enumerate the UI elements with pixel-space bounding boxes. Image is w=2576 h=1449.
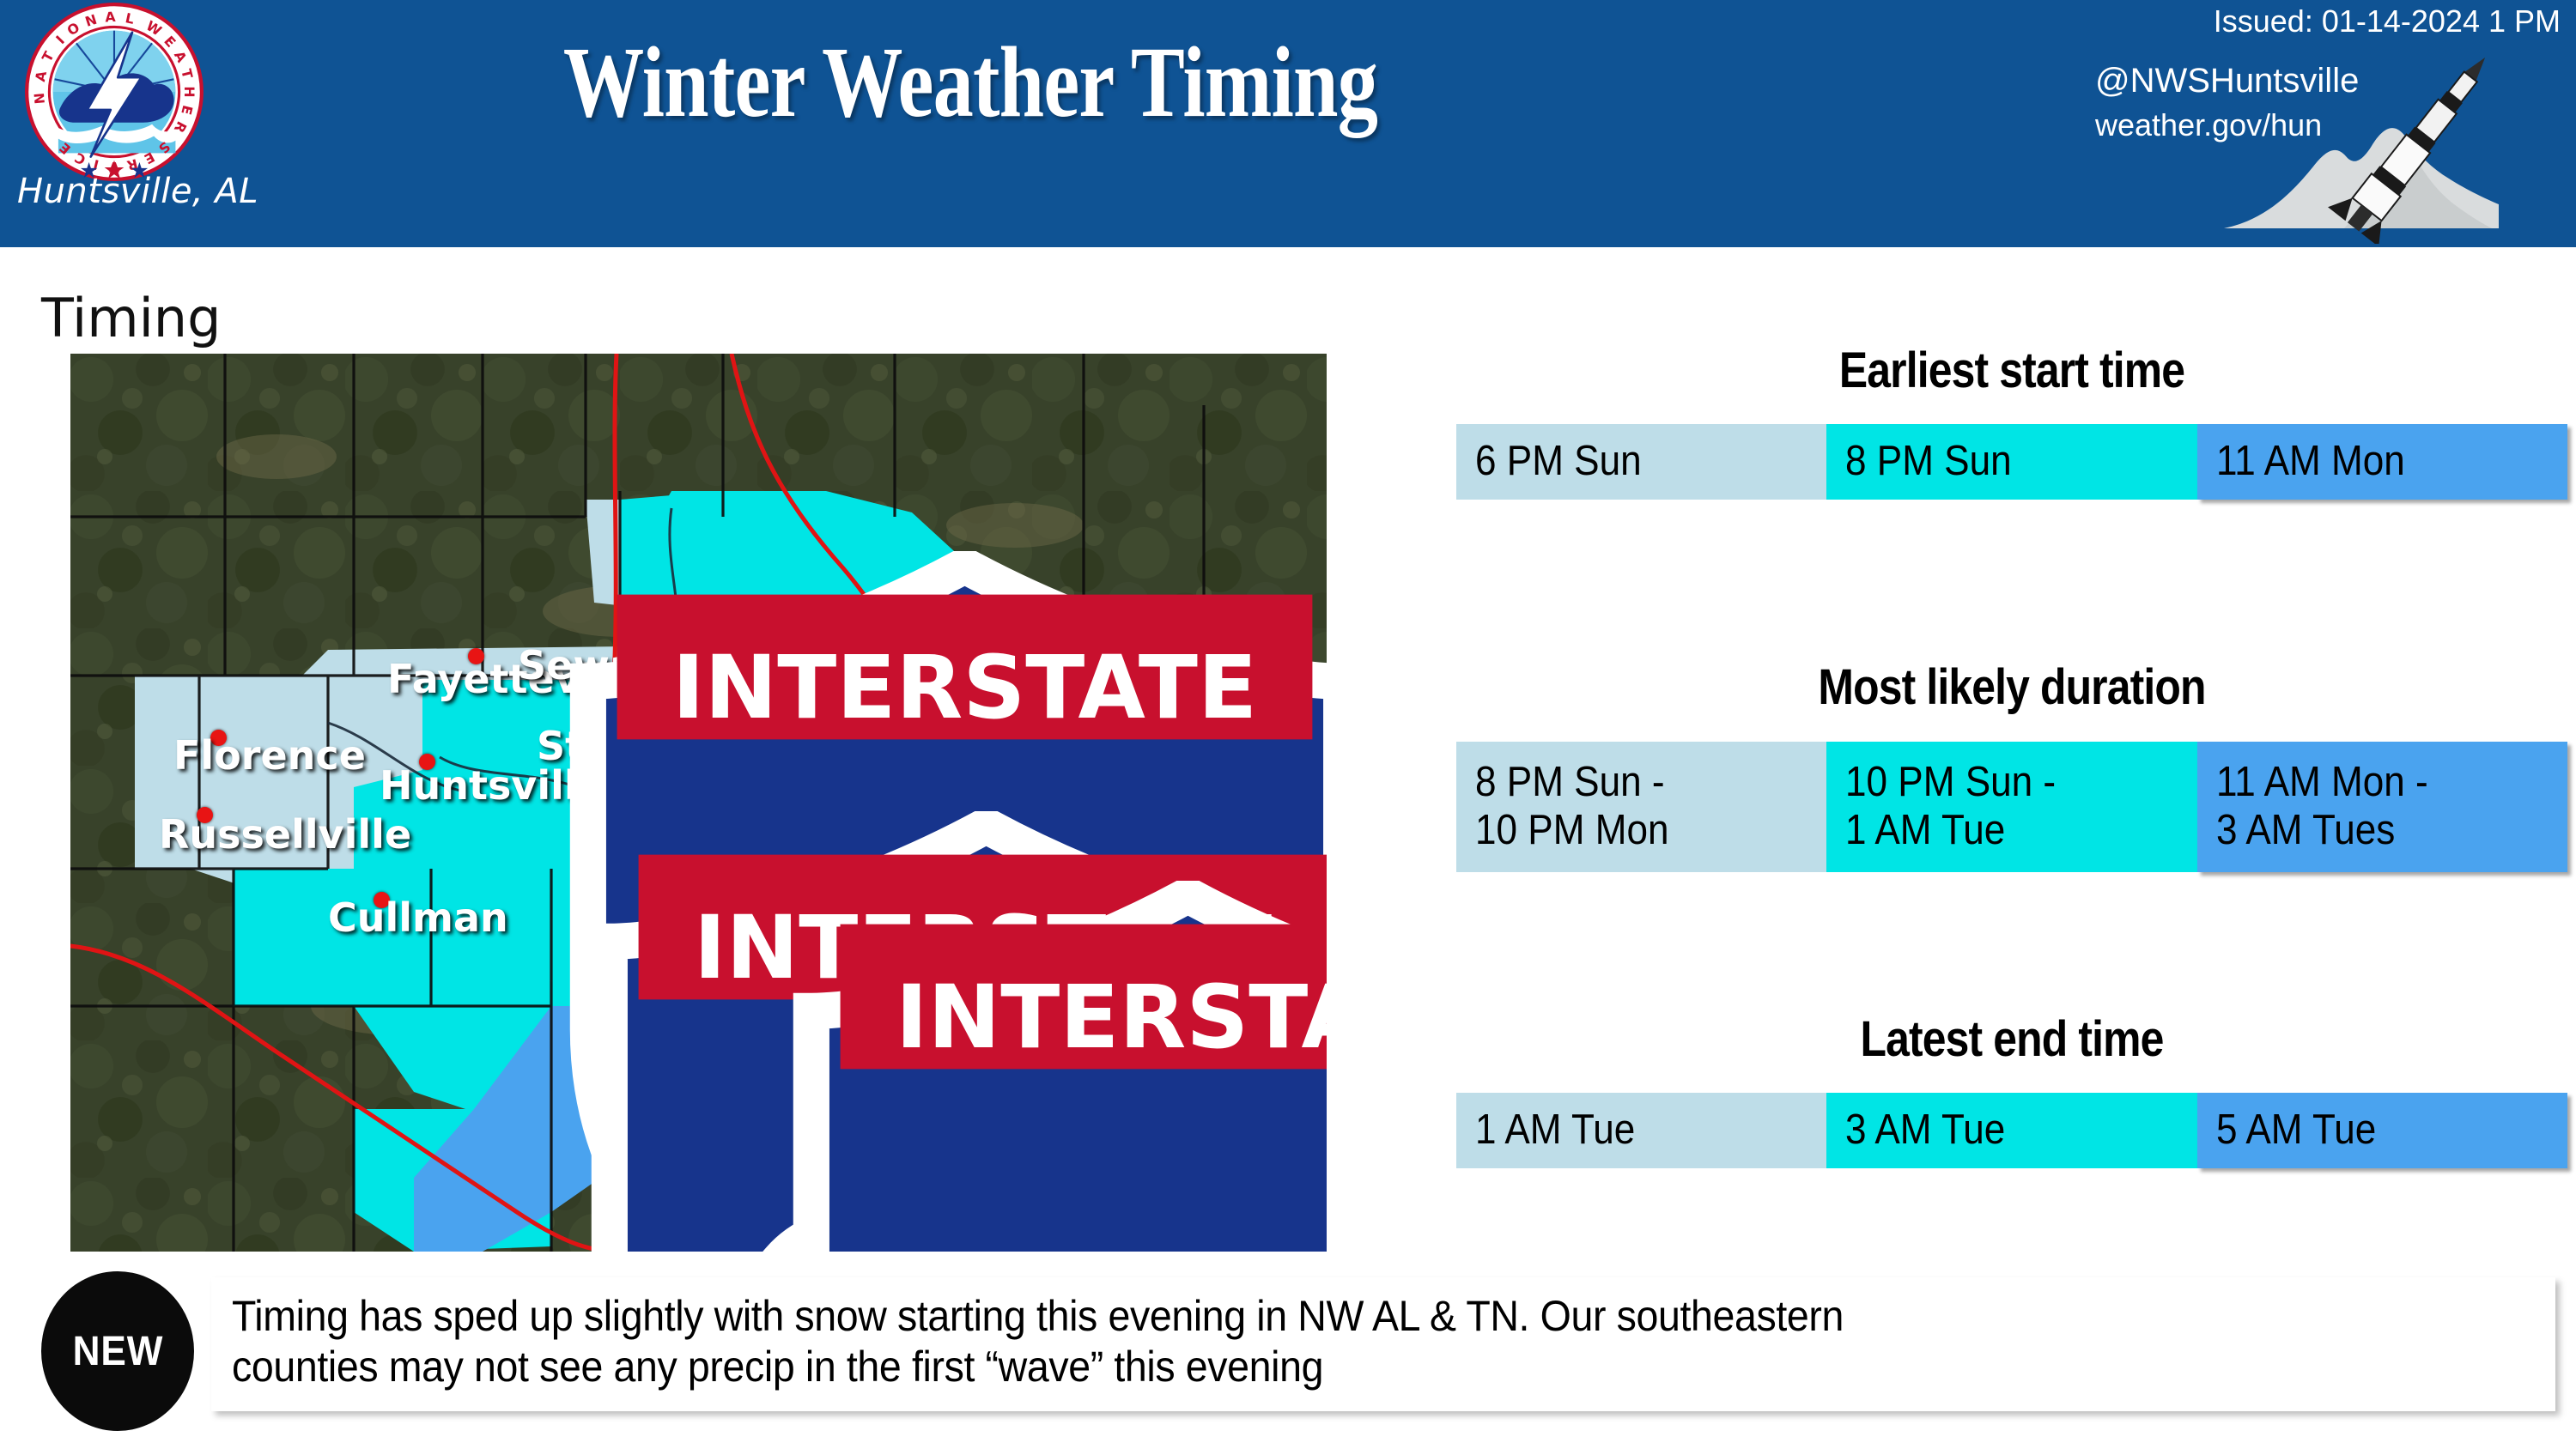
office-name: Huntsville, AL: [17, 172, 259, 211]
legend-cell-latest-cyan[interactable]: 3 AM Tue: [1826, 1093, 2197, 1168]
legend-heading-latest-end: Latest end time: [1860, 1011, 2165, 1067]
legend-cell-text: 10 PM Sun -1 AM Tue: [1845, 759, 2057, 853]
interstate-65-shield-north: INTERSTATE 65: [337, 551, 1327, 1252]
legend-row-most-likely-duration: 8 PM Sun -10 PM Mon 10 PM Sun -1 AM Tue …: [1456, 742, 2567, 872]
legend-cell-text: 5 AM Tue: [2215, 1106, 2376, 1154]
legend-cell-duration-blue[interactable]: 11 AM Mon -3 AM Tues: [2196, 742, 2567, 872]
svg-text:H: H: [181, 86, 197, 97]
svg-text:N: N: [31, 92, 48, 105]
legend-cell-latest-light[interactable]: 1 AM Tue: [1456, 1093, 1827, 1168]
nws-seal-icon: N A T I O N A L W E A T H E R S E R V I: [15, 2, 213, 182]
header-banner: N A T I O N A L W E A T H E R S E R V I: [0, 0, 2576, 247]
legend-row-earliest-start: 6 PM Sun 8 PM Sun 11 AM Mon: [1456, 424, 2567, 500]
legend-cell-earliest-blue[interactable]: 11 AM Mon: [2196, 424, 2567, 500]
legend-cell-earliest-cyan[interactable]: 8 PM Sun: [1826, 424, 2197, 500]
legend-cell-text: 3 AM Tue: [1845, 1106, 2006, 1154]
legend-cell-text: 11 AM Mon -3 AM Tues: [2215, 759, 2428, 853]
section-title: Timing: [41, 287, 222, 349]
svg-text:59: 59: [906, 1201, 1327, 1252]
new-badge: NEW: [41, 1271, 194, 1431]
legend-row-latest-end: 1 AM Tue 3 AM Tue 5 AM Tue: [1456, 1093, 2567, 1168]
legend-cell-text: 8 PM Sun: [1845, 438, 2012, 485]
legend-cell-duration-cyan[interactable]: 10 PM Sun -1 AM Tue: [1826, 742, 2197, 872]
legend-cell-text: 8 PM Sun -10 PM Mon: [1475, 759, 1669, 853]
svg-text:A: A: [105, 9, 117, 26]
svg-text:INTERSTATE: INTERSTATE: [672, 637, 1257, 738]
legend-cell-text: 6 PM Sun: [1475, 438, 1642, 485]
interstate-59-shield: INTERSTATE 59: [560, 881, 1327, 1252]
legend-cell-duration-light[interactable]: 8 PM Sun -10 PM Mon: [1456, 742, 1827, 872]
rocket-mountain-icon: [2215, 29, 2576, 244]
new-badge-label: NEW: [72, 1328, 163, 1374]
legend-cell-text: 1 AM Tue: [1475, 1106, 1636, 1154]
update-note-box: Timing has sped up slightly with snow st…: [211, 1277, 2555, 1411]
legend-cell-text: 11 AM Mon: [2215, 438, 2405, 485]
winter-weather-map[interactable]: Fayetteville Sewanee Florence Stevenson …: [70, 354, 1327, 1252]
city-dot-florence: [210, 730, 227, 746]
svg-text:INTERSTATE: INTERSTATE: [896, 967, 1327, 1068]
legend-cell-latest-blue[interactable]: 5 AM Tue: [2196, 1093, 2567, 1168]
legend-heading-earliest-start: Earliest start time: [1838, 343, 2185, 398]
legend-heading-most-likely-duration: Most likely duration: [1818, 659, 2206, 715]
update-note-line2: counties may not see any precip in the f…: [232, 1343, 1324, 1391]
page-title: Winter Weather Timing: [562, 26, 1378, 138]
city-dot-russellville: [197, 807, 213, 823]
legend-cell-earliest-light[interactable]: 6 PM Sun: [1456, 424, 1827, 500]
update-note-line1: Timing has sped up slightly with snow st…: [232, 1292, 1844, 1340]
interstate-65-shield-south: INTERSTATE 65: [358, 811, 1327, 1252]
